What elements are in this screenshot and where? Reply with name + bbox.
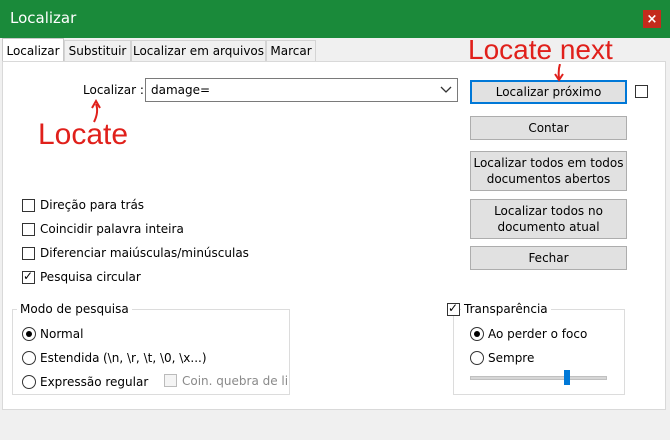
search-input[interactable]: damage= <box>151 83 210 97</box>
match-case-checkbox[interactable] <box>22 247 35 260</box>
whole-word-label[interactable]: Coincidir palavra inteira <box>40 222 184 236</box>
on-lose-focus-radio[interactable] <box>470 327 484 341</box>
close-button[interactable]: Fechar <box>470 246 627 270</box>
arrow-locate-next-icon <box>554 64 564 82</box>
tab-marcar[interactable]: Marcar <box>266 40 316 61</box>
tab-localizar[interactable]: Localizar <box>2 38 64 62</box>
status-bar <box>0 410 670 440</box>
transparency-title[interactable]: Transparência <box>461 302 551 316</box>
mode-extended-label[interactable]: Estendida <box>40 351 99 365</box>
match-case-label[interactable]: Diferenciar maiúsculas/minúsculas <box>40 246 249 260</box>
mode-regex-label[interactable]: Expressão regular <box>40 375 148 389</box>
count-button[interactable]: Contar <box>470 116 627 140</box>
find-all-current-doc-button[interactable]: Localizar todos no documento atual <box>470 199 627 239</box>
find-all-open-line1: Localizar todos em todos <box>473 156 624 170</box>
on-lose-focus-label[interactable]: Ao perder o foco <box>488 327 587 341</box>
search-label: Localizar : <box>83 83 144 97</box>
window-title: Localizar <box>10 9 77 27</box>
search-mode-title: Modo de pesquisa <box>17 302 132 316</box>
transparency-slider-track[interactable] <box>470 376 607 380</box>
find-all-open-docs-button[interactable]: Localizar todos em todos documentos aber… <box>470 151 627 191</box>
transparency-slider-thumb[interactable] <box>564 370 570 385</box>
wrap-around-label[interactable]: Pesquisa circular <box>40 270 141 284</box>
whole-word-checkbox[interactable] <box>22 223 35 236</box>
chevron-down-icon[interactable] <box>440 86 452 94</box>
title-bar <box>0 0 670 38</box>
tab-substituir[interactable]: Substituir <box>64 40 131 61</box>
annotation-locate-next: Locate next <box>468 34 613 65</box>
dot-newline-label[interactable]: Coin. quebra de li <box>182 374 288 388</box>
backward-direction-checkbox[interactable] <box>22 199 35 212</box>
mode-extended-radio[interactable] <box>22 351 36 365</box>
find-all-current-line1: Localizar todos no <box>494 204 603 218</box>
mode-extended-hint: (\n, \r, \t, \0, \x...) <box>103 351 207 365</box>
mode-normal-radio[interactable] <box>22 327 36 341</box>
annotation-locate: Locate <box>38 118 129 151</box>
mode-normal-label[interactable]: Normal <box>40 327 83 341</box>
find-next-button[interactable]: Localizar próximo <box>470 80 627 104</box>
always-label[interactable]: Sempre <box>488 351 534 365</box>
wrap-around-checkbox[interactable] <box>22 269 35 284</box>
mode-regex-radio[interactable] <box>22 375 36 389</box>
always-radio[interactable] <box>470 351 484 365</box>
close-icon[interactable]: × <box>643 10 661 28</box>
find-next-extra-checkbox[interactable] <box>635 85 648 98</box>
search-combobox[interactable]: damage= <box>145 78 458 102</box>
backward-direction-label[interactable]: Direção para trás <box>40 198 144 212</box>
transparency-checkbox[interactable] <box>447 301 460 316</box>
find-all-open-line2: documentos abertos <box>486 172 611 186</box>
find-all-current-line2: documento atual <box>497 220 600 234</box>
dot-newline-checkbox[interactable] <box>164 374 177 387</box>
tab-localizar-em-arquivos[interactable]: Localizar em arquivos <box>131 40 266 61</box>
